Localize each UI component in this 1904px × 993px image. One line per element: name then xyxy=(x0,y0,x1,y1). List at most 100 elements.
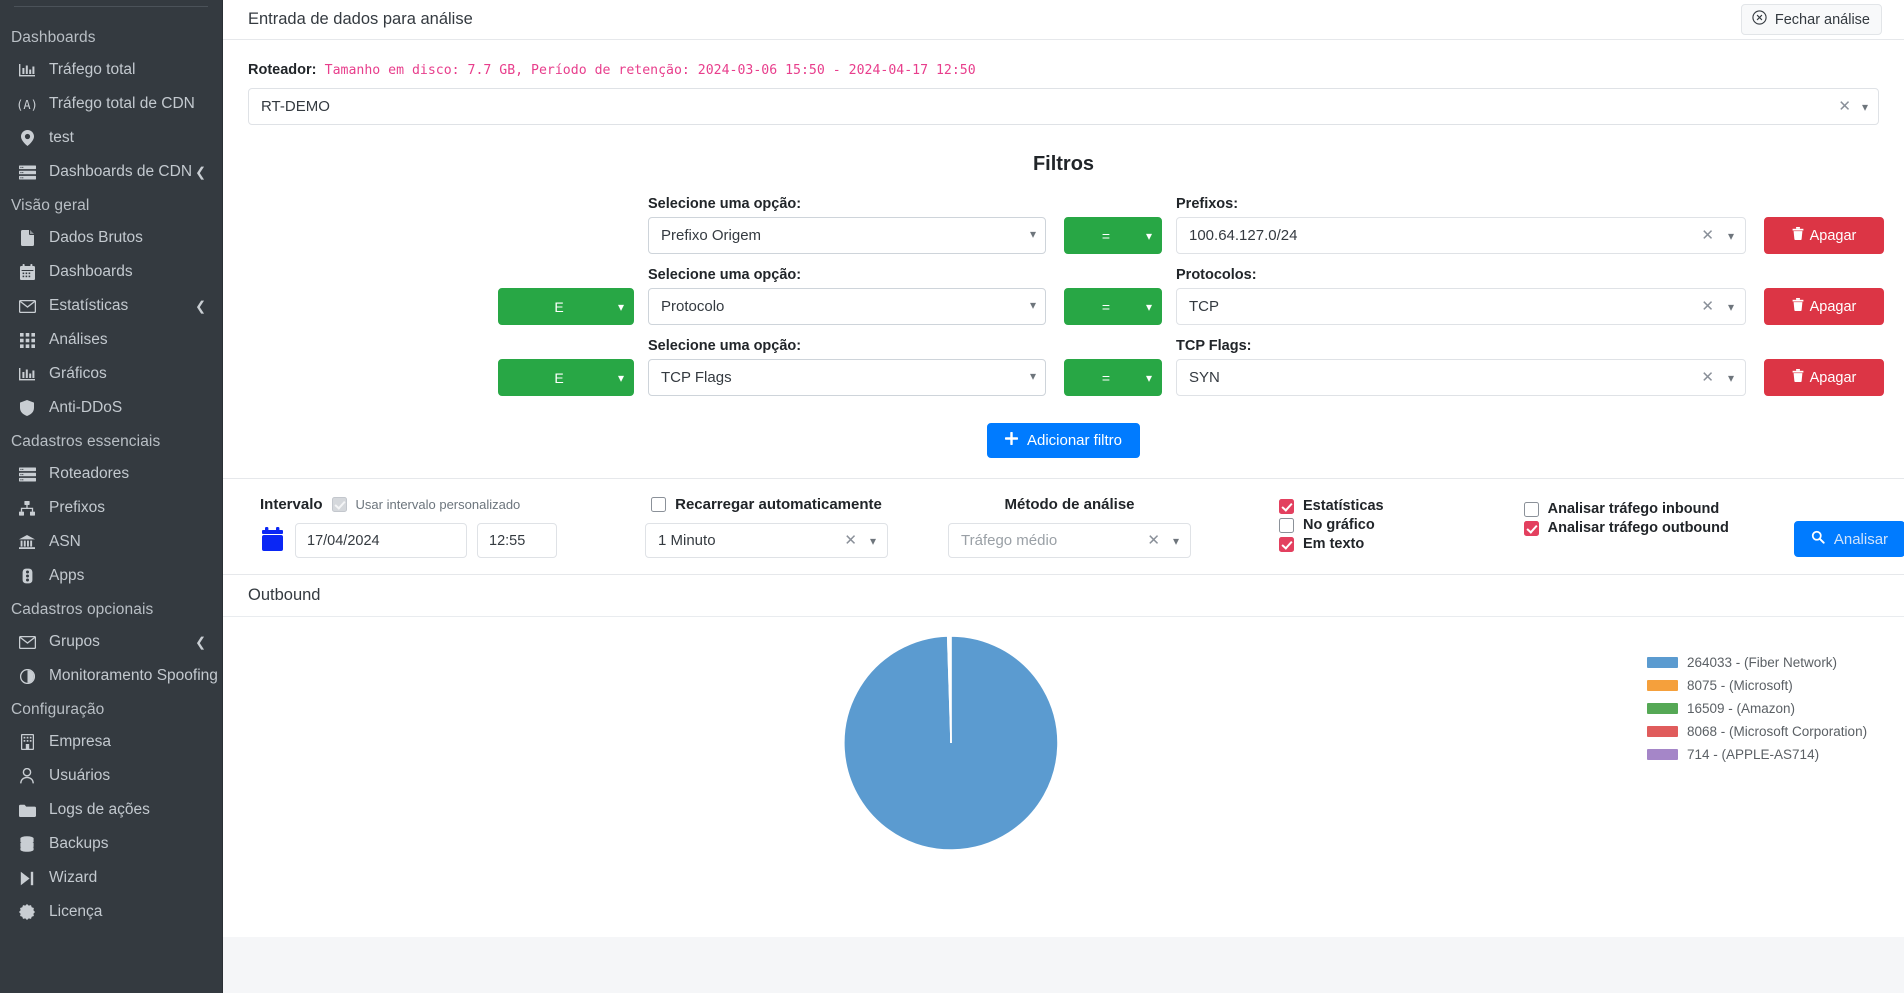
chevron-down-icon[interactable]: ▾ xyxy=(1728,372,1734,384)
autoreload-interval-value: 1 Minuto xyxy=(658,532,716,549)
sidebar-section-title: Cadastros opcionais xyxy=(11,601,154,618)
sidebar-item-tr-fego-total[interactable]: Tráfego total xyxy=(0,53,222,87)
legend-label: 264033 - (Fiber Network) xyxy=(1687,655,1838,670)
delete-filter-button[interactable]: Apagar xyxy=(1764,217,1884,254)
sidebar-item-monitoramento-spoofing[interactable]: Monitoramento Spoofing xyxy=(0,659,222,693)
filter-value-input[interactable] xyxy=(1176,288,1746,325)
clear-icon[interactable]: ✕ xyxy=(1701,299,1714,314)
pie-chart[interactable] xyxy=(843,635,1059,851)
sidebar-item-estat-sticas[interactable]: Estatísticas ❮ xyxy=(0,289,222,323)
sidebar-item-licen-a[interactable]: Licença xyxy=(0,895,222,929)
checkbox-analisar-tr-fego-outbound[interactable] xyxy=(1523,520,1539,536)
sidebar-item-an-lises[interactable]: Análises xyxy=(0,323,222,357)
sitemap-icon xyxy=(16,499,38,517)
sidebar-item-label: Grupos xyxy=(49,633,100,650)
start-time-input[interactable] xyxy=(477,523,557,558)
delete-filter-label: Apagar xyxy=(1809,369,1857,386)
autoreload-checkbox[interactable] xyxy=(651,496,667,512)
checkbox-estat-sticas[interactable] xyxy=(1279,498,1294,514)
sidebar-item-grupos[interactable]: Grupos ❮ xyxy=(0,625,222,659)
router-info-line: Roteador: Tamanho em disco: 7.7 GB, Perí… xyxy=(248,62,1879,78)
legend-item[interactable]: 264033 - (Fiber Network) xyxy=(1647,655,1867,670)
chevron-down-icon[interactable]: ▾ xyxy=(1728,230,1734,242)
sidebar-item-dados-brutos[interactable]: Dados Brutos xyxy=(0,221,222,255)
chevron-down-icon[interactable]: ▾ xyxy=(1173,535,1179,547)
calendar-icon[interactable] xyxy=(260,527,285,554)
legend-item[interactable]: 8075 - (Microsoft) xyxy=(1647,678,1867,693)
autoreload-select-adornments: ✕ ▾ xyxy=(844,524,876,557)
router-select[interactable]: RT-DEMO ✕ ▾ xyxy=(248,88,1879,125)
filter-logic-select[interactable]: E xyxy=(498,288,634,325)
statistics-options: Estatísticas No gráfico Em texto xyxy=(1279,498,1384,552)
sidebar-item-label: Anti-DDoS xyxy=(49,399,123,416)
use-custom-interval-checkbox[interactable] xyxy=(331,496,347,512)
analyze-button[interactable]: Analisar xyxy=(1793,521,1904,557)
filter-field-select[interactable]: Prefixo Origem xyxy=(648,217,1046,254)
filter-field-select[interactable]: TCP Flags xyxy=(648,359,1046,396)
filter-field-label: Selecione uma opção: xyxy=(648,267,802,283)
autoreload-interval-select[interactable]: 1 Minuto ✕ ▾ xyxy=(645,523,888,558)
start-date-input[interactable] xyxy=(295,523,467,558)
clear-icon[interactable]: ✕ xyxy=(1701,228,1714,243)
legend-color-swatch xyxy=(1647,749,1678,760)
filter-value-input[interactable] xyxy=(1176,217,1746,254)
chevron-left-icon[interactable]: ❮ xyxy=(195,166,206,179)
checkbox-em-texto[interactable] xyxy=(1279,536,1294,552)
filter-value-cell: Prefixos:✕▾ xyxy=(1176,196,1746,254)
sidebar-item-logs-de-a-es[interactable]: Logs de ações xyxy=(0,793,222,827)
sidebar-item-test[interactable]: test xyxy=(0,121,222,155)
delete-filter-button[interactable]: Apagar xyxy=(1764,359,1884,396)
building-icon xyxy=(16,733,38,751)
chevron-down-icon[interactable]: ▾ xyxy=(1862,101,1868,113)
sidebar-item-gr-ficos[interactable]: Gráficos xyxy=(0,357,222,391)
filter-operator-select[interactable]: = xyxy=(1064,359,1162,396)
sidebar-item-wizard[interactable]: Wizard xyxy=(0,861,222,895)
clear-icon[interactable]: ✕ xyxy=(1701,370,1714,385)
sidebar-item-backups[interactable]: Backups xyxy=(0,827,222,861)
sidebar-item-empresa[interactable]: Empresa xyxy=(0,725,222,759)
clear-icon[interactable]: ✕ xyxy=(844,533,857,548)
add-filter-button[interactable]: Adicionar filtro xyxy=(986,423,1141,458)
sidebar-section-title: Configuração xyxy=(11,701,105,718)
svg-text:(A): (A) xyxy=(18,98,36,112)
chart-body: 264033 - (Fiber Network) 8075 - (Microsof… xyxy=(223,617,1904,937)
filter-logic-select[interactable]: E xyxy=(498,359,634,396)
trash-icon xyxy=(1792,298,1804,315)
close-analysis-button[interactable]: Fechar análise xyxy=(1740,4,1882,35)
filter-field-select[interactable]: Protocolo xyxy=(648,288,1046,325)
analysis-method-select[interactable]: Tráfego médio ✕ ▾ xyxy=(948,523,1191,558)
filter-row: E ▾ Selecione uma opção: TCP Flags ▾ = ▾ TCP Fl… xyxy=(248,338,1884,396)
plus-icon xyxy=(1004,431,1019,449)
sidebar-item-prefixos[interactable]: Prefixos xyxy=(0,491,222,525)
legend-item[interactable]: 16509 - (Amazon) xyxy=(1647,701,1867,716)
checkbox-analisar-tr-fego-inbound[interactable] xyxy=(1523,501,1539,517)
sidebar-item-usu-rios[interactable]: Usuários xyxy=(0,759,222,793)
filter-operator-select[interactable]: = xyxy=(1064,288,1162,325)
delete-filter-label: Apagar xyxy=(1809,298,1857,315)
sidebar-item-tr-fego-total-de-cdn[interactable]: (A) Tráfego total de CDN xyxy=(0,87,222,121)
sidebar-item-asn[interactable]: ASN xyxy=(0,525,222,559)
router-selected-value: RT-DEMO xyxy=(261,98,330,115)
legend-item[interactable]: 714 - (APPLE-AS714) xyxy=(1647,747,1867,762)
filter-value-input[interactable] xyxy=(1176,359,1746,396)
sidebar-groups: Dashboards Tráfego total (A) Tráfego total … xyxy=(0,21,222,929)
delete-filter-button[interactable]: Apagar xyxy=(1764,288,1884,325)
filter-logic-cell: E ▾ xyxy=(498,288,634,325)
checkbox-no-gr-fico[interactable] xyxy=(1279,517,1294,533)
sidebar-item-dashboards[interactable]: Dashboards xyxy=(0,255,222,289)
filter-operator-select[interactable]: = xyxy=(1064,217,1162,254)
chevron-down-icon[interactable]: ▾ xyxy=(1728,301,1734,313)
clear-icon[interactable]: ✕ xyxy=(1838,99,1851,114)
pie-slice[interactable] xyxy=(949,635,952,744)
legend-item[interactable]: 8068 - (Microsoft Corporation) xyxy=(1647,724,1867,739)
sidebar-item-roteadores[interactable]: Roteadores xyxy=(0,457,222,491)
chevron-left-icon[interactable]: ❮ xyxy=(195,636,206,649)
filter-value-adornments: ✕ ▾ xyxy=(1701,217,1734,254)
sidebar-item-anti-ddos[interactable]: Anti-DDoS xyxy=(0,391,222,425)
chart-bar-icon xyxy=(16,61,38,79)
chevron-down-icon[interactable]: ▾ xyxy=(870,535,876,547)
chevron-left-icon[interactable]: ❮ xyxy=(195,300,206,313)
clear-icon[interactable]: ✕ xyxy=(1147,533,1160,548)
sidebar-item-dashboards-de-cdn[interactable]: Dashboards de CDN ❮ xyxy=(0,155,222,189)
sidebar-item-apps[interactable]: Apps xyxy=(0,559,222,593)
